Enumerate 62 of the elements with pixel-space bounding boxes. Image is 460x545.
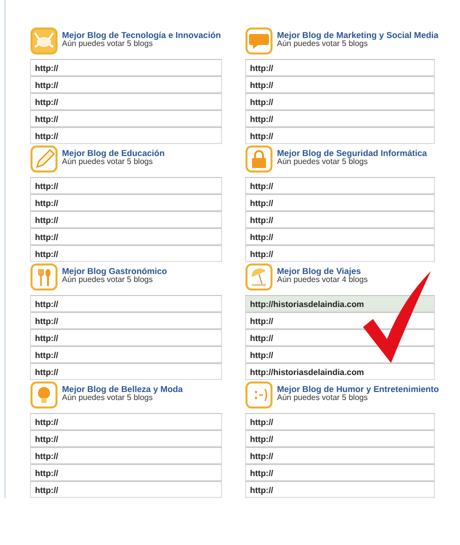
- url-field[interactable]: http://: [30, 211, 222, 228]
- category-title: Mejor Blog Gastronómico: [62, 267, 168, 276]
- url-field[interactable]: http://: [30, 481, 222, 498]
- category-title: Mejor Blog de Marketing y Social Media: [277, 31, 438, 40]
- votes-remaining: Aún puedes votar 5 blogs: [62, 40, 153, 50]
- url-field[interactable]: http://historiasdelaindia.com: [245, 363, 435, 380]
- url-field[interactable]: http://: [245, 312, 435, 329]
- url-field[interactable]: http://: [245, 59, 435, 76]
- url-field[interactable]: http://: [30, 110, 222, 127]
- umbrella-icon: [245, 263, 273, 291]
- url-field[interactable]: http://: [245, 413, 435, 430]
- fork-spoon-icon: [30, 263, 58, 291]
- category-title: Mejor Blog de Educación: [62, 149, 165, 158]
- url-field[interactable]: http://: [30, 93, 222, 110]
- votes-remaining: Aún puedes votar 5 blogs: [62, 394, 154, 404]
- url-field[interactable]: http://: [245, 211, 435, 228]
- url-field[interactable]: http://: [30, 245, 222, 262]
- url-field[interactable]: http://: [245, 430, 435, 447]
- votes-remaining: Aún puedes votar 5 blogs: [277, 158, 368, 168]
- category-title: Mejor Blog de Tecnología e Innovación: [62, 31, 221, 40]
- url-field[interactable]: http://: [245, 76, 435, 93]
- votes-remaining: Aún puedes votar 5 blogs: [277, 394, 368, 404]
- url-field[interactable]: http://: [30, 312, 222, 329]
- votes-remaining: Aún puedes votar 5 blogs: [62, 276, 154, 286]
- url-field[interactable]: http://: [245, 177, 435, 194]
- url-field[interactable]: http://: [245, 464, 435, 481]
- votes-remaining: Aún puedes votar 5 blogs: [277, 40, 368, 50]
- category-title: Mejor Blog de Belleza y Moda: [62, 385, 183, 394]
- url-field[interactable]: http://: [30, 59, 222, 76]
- url-field[interactable]: http://: [30, 194, 222, 211]
- url-field[interactable]: http://: [245, 346, 435, 363]
- category-title: Mejor Blog de Seguridad Informática: [277, 149, 427, 158]
- smiley-icon: [245, 381, 273, 409]
- url-field[interactable]: http://: [245, 127, 435, 144]
- url-field[interactable]: http://: [30, 346, 222, 363]
- url-field[interactable]: http://: [245, 194, 435, 211]
- url-field[interactable]: http://: [30, 464, 222, 481]
- votes-remaining: Aún puedes votar 5 blogs: [62, 158, 154, 168]
- url-field[interactable]: http://: [30, 295, 222, 312]
- url-field[interactable]: http://: [30, 228, 222, 245]
- url-field[interactable]: http://: [30, 177, 222, 194]
- category-title: Mejor Blog de Humor y Entretenimiento: [277, 385, 439, 394]
- url-field[interactable]: http://: [245, 481, 435, 498]
- url-field[interactable]: http://: [30, 363, 222, 380]
- url-field[interactable]: http://: [245, 93, 435, 110]
- votes-remaining: Aún puedes votar 4 blogs: [277, 276, 368, 286]
- pencil-icon: [30, 145, 58, 173]
- url-field[interactable]: http://historiasdelaindia.com: [245, 295, 435, 312]
- url-field[interactable]: http://: [30, 76, 222, 93]
- padlock-icon: [245, 145, 273, 173]
- url-field[interactable]: http://: [30, 430, 222, 447]
- url-field[interactable]: http://: [245, 245, 435, 262]
- category-title: Mejor Blog de Viajes: [277, 267, 362, 276]
- url-field[interactable]: http://: [30, 447, 222, 464]
- url-field[interactable]: http://: [245, 447, 435, 464]
- lightbulb-icon: [30, 381, 58, 409]
- url-field[interactable]: http://: [30, 413, 222, 430]
- url-field[interactable]: http://: [30, 329, 222, 346]
- url-field[interactable]: http://: [30, 127, 222, 144]
- speech-bubble-icon: [245, 27, 273, 55]
- url-field[interactable]: http://: [245, 228, 435, 245]
- url-field[interactable]: http://: [245, 110, 435, 127]
